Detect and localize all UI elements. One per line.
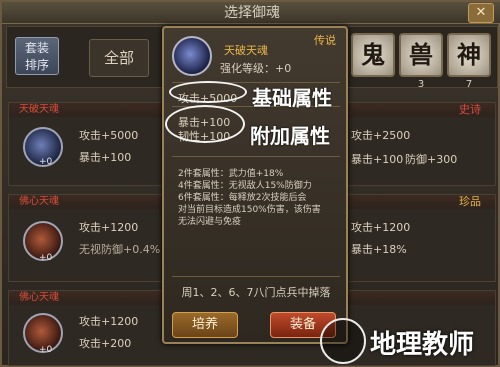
filter-god-count: 7 [465, 79, 473, 90]
soul-level: +0 [39, 345, 53, 355]
tab-all[interactable]: 全部 [89, 39, 149, 77]
stat-sub: 攻击+200 [79, 337, 132, 350]
soul-select-window: 选择御魂 ✕ 套装 排序 全部 鬼 兽 3 神 7 天破天魂 史诗 +0 攻击+… [0, 0, 500, 367]
base-stat-highlight [169, 81, 247, 103]
stat-right-2: 暴击+100 [351, 153, 404, 166]
rarity-badge: 史诗 [459, 103, 481, 116]
soul-level: +0 [39, 157, 53, 167]
stat-main: 攻击+1200 [79, 221, 139, 234]
extra-stat-highlight [165, 105, 245, 143]
stat-right-1: 攻击+1200 [351, 221, 411, 234]
cultivate-button[interactable]: 培养 [172, 312, 238, 338]
stat-right-2: 暴击+18% [351, 243, 407, 256]
stat-sub: 无视防御+0.4% [79, 243, 161, 256]
tooltip-item-name: 天破天魂 [224, 44, 268, 57]
filter-god-icon[interactable]: 神 [447, 33, 491, 77]
window-title: 选择御魂 [2, 2, 500, 24]
rarity-badge: 传说 [314, 34, 336, 47]
close-button[interactable]: ✕ [468, 3, 494, 23]
soul-level: +0 [39, 253, 53, 263]
divider [172, 276, 340, 277]
close-icon: ✕ [475, 5, 487, 20]
watermark-text: 地理教师 [370, 330, 475, 360]
set-bonus-text: 2件套属性：武力值+18% 4件套属性：无视敌人15%防御力 6件套属性：每释放… [178, 169, 321, 227]
item-tooltip: 传说 天破天魂 强化等级：+0 攻击+5000 暴击+100 韧性+100 2件… [162, 26, 348, 344]
stat-main: 攻击+5000 [79, 129, 139, 142]
rarity-badge: 珍品 [459, 195, 481, 208]
enhance-level: 强化等级：+0 [220, 62, 292, 75]
stat-sub: 暴击+100 [79, 151, 132, 164]
divider [172, 156, 340, 157]
filter-beast-icon[interactable]: 兽 [399, 33, 443, 77]
filter-ghost-icon[interactable]: 鬼 [351, 33, 395, 77]
set-sort-button[interactable]: 套装 排序 [15, 37, 59, 75]
filter-beast-count: 3 [417, 79, 425, 90]
stat-right-1: 攻击+2500 [351, 129, 411, 142]
extra-attr-annotation: 附加属性 [250, 124, 330, 148]
drop-info: 周1、2、6、7八门点兵中掉落 [181, 286, 331, 299]
stat-main: 攻击+1200 [79, 315, 139, 328]
base-attr-annotation: 基础属性 [252, 86, 332, 110]
stat-right-3: 防御+300 [405, 153, 458, 166]
soul-icon [172, 36, 212, 76]
watermark-logo-icon [320, 318, 366, 364]
